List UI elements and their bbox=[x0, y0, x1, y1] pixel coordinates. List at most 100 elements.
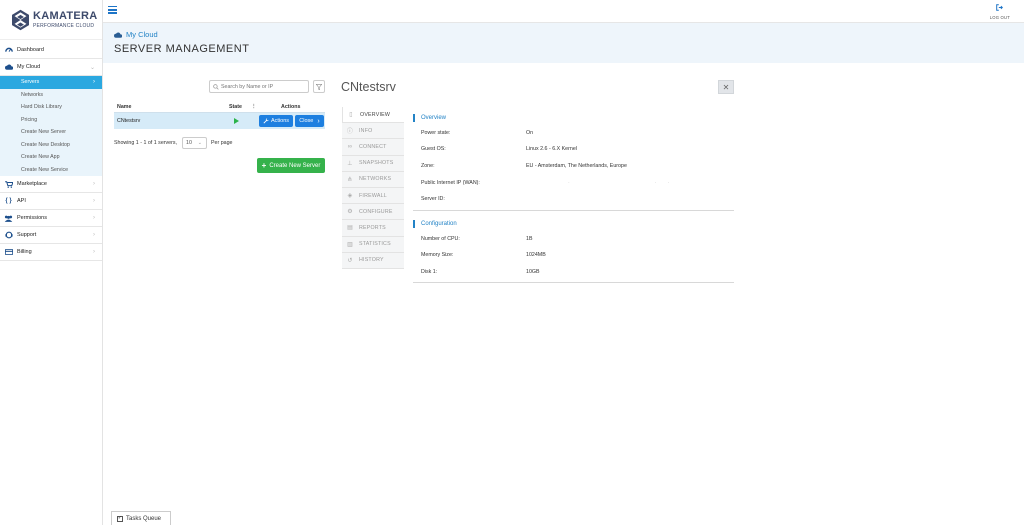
server-detail-title: CNtestsrv bbox=[341, 80, 396, 94]
tab-label: INFO bbox=[359, 127, 373, 134]
tab-configure[interactable]: ⚙ CONFIGURE bbox=[342, 204, 404, 221]
create-new-server-button[interactable]: + Create New Server bbox=[257, 158, 325, 173]
sub-item-label: Pricing bbox=[21, 116, 38, 123]
sidebar-item-dashboard[interactable]: Dashboard bbox=[0, 42, 102, 59]
chevron-right-icon: › bbox=[93, 198, 95, 204]
sidebar-item-marketplace[interactable]: Marketplace › bbox=[0, 176, 102, 193]
tasks-queue-toggle[interactable]: ✓ Tasks Queue bbox=[111, 511, 171, 525]
file-icon: ▯ bbox=[349, 112, 353, 119]
column-menu-icon[interactable]: ⋮ bbox=[251, 104, 256, 110]
network-icon: ⋔ bbox=[347, 176, 353, 183]
memory-value: 1024MB bbox=[526, 252, 546, 258]
page-title: SERVER MANAGEMENT bbox=[114, 43, 250, 55]
sidebar-item-pricing[interactable]: Pricing bbox=[0, 114, 102, 127]
guest-os-value: Linux 2.6 - 6.X Kernel bbox=[526, 146, 577, 152]
sidebar-item-label: My Cloud bbox=[17, 64, 41, 70]
sidebar-item-create-new-service[interactable]: Create New Service bbox=[0, 164, 102, 177]
logout-label: LOG OUT bbox=[989, 15, 1010, 20]
close-panel-button[interactable]: ✕ bbox=[718, 80, 734, 94]
search-input[interactable] bbox=[221, 83, 306, 90]
sidebar-item-label: Dashboard bbox=[17, 47, 44, 53]
filter-icon bbox=[316, 83, 322, 90]
search-box[interactable] bbox=[209, 80, 309, 93]
sidebar-item-label: Permissions bbox=[17, 215, 47, 221]
sub-item-label: Create New Server bbox=[21, 129, 67, 136]
sidebar-item-servers[interactable]: Servers › bbox=[0, 76, 102, 89]
memory-label: Memory Size: bbox=[421, 252, 454, 258]
sidebar-item-api[interactable]: { } API › bbox=[0, 193, 102, 210]
column-header-name: Name bbox=[117, 104, 132, 110]
chevron-right-icon: › bbox=[317, 117, 320, 125]
zone-value: EU - Amsterdam, The Netherlands, Europe bbox=[526, 163, 627, 169]
tab-networks[interactable]: ⋔ NETWORKS bbox=[342, 171, 404, 188]
tab-label: NETWORKS bbox=[359, 176, 392, 183]
sidebar-item-label: Support bbox=[17, 232, 37, 238]
sidebar-item-my-cloud[interactable]: My Cloud ⌄ bbox=[0, 59, 102, 76]
breadcrumb[interactable]: My Cloud bbox=[114, 30, 158, 39]
cpu-label: Number of CPU: bbox=[421, 236, 460, 242]
chevron-right-icon: › bbox=[93, 181, 95, 187]
users-icon bbox=[4, 214, 13, 223]
cart-icon bbox=[4, 180, 13, 189]
sub-item-label: Create New Desktop bbox=[21, 141, 70, 148]
tab-label: STATISTICS bbox=[359, 241, 391, 248]
chart-icon: ▥ bbox=[347, 241, 353, 248]
sidebar-item-label: Billing bbox=[17, 249, 32, 255]
sub-item-label: Hard Disk Library bbox=[21, 104, 62, 111]
tab-label: REPORTS bbox=[359, 224, 386, 231]
page-header: My Cloud SERVER MANAGEMENT bbox=[103, 23, 1024, 63]
public-ip-value-redacted: · · · bbox=[568, 180, 671, 186]
create-button-label: Create New Server bbox=[269, 162, 321, 169]
sidebar-item-create-new-server[interactable]: Create New Server bbox=[0, 126, 102, 139]
sidebar-item-permissions[interactable]: Permissions › bbox=[0, 210, 102, 227]
configuration-section-title: Configuration bbox=[413, 220, 457, 228]
chevron-right-icon: › bbox=[93, 249, 95, 255]
tab-label: SNAPSHOTS bbox=[359, 160, 394, 167]
sidebar-item-support[interactable]: Support › bbox=[0, 227, 102, 244]
sidebar-item-hard-disk-library[interactable]: Hard Disk Library bbox=[0, 101, 102, 114]
chevron-right-icon: › bbox=[93, 215, 95, 221]
shield-icon: ◈ bbox=[347, 193, 353, 200]
my-cloud-submenu: Servers › Networks Hard Disk Library Pri… bbox=[0, 76, 102, 176]
disk-value: 10GB bbox=[526, 269, 540, 275]
tab-info[interactable]: ⓘ INFO bbox=[342, 123, 404, 140]
pagination-summary: Showing 1 - 1 of 1 servers, bbox=[114, 140, 178, 146]
sidebar-item-create-new-app[interactable]: Create New App bbox=[0, 151, 102, 164]
tab-label: CONFIGURE bbox=[359, 208, 393, 215]
tab-snapshots[interactable]: ⊥ SNAPSHOTS bbox=[342, 155, 404, 172]
close-server-button[interactable]: Close › bbox=[295, 115, 324, 127]
filter-button[interactable] bbox=[313, 80, 325, 93]
tab-history[interactable]: ↺ HISTORY bbox=[342, 252, 404, 269]
sidebar: KAMATERA PERFORMANCE CLOUD Dashboard My … bbox=[0, 0, 103, 525]
logo[interactable]: KAMATERA PERFORMANCE CLOUD bbox=[0, 0, 102, 40]
sidebar-item-networks[interactable]: Networks bbox=[0, 89, 102, 102]
support-icon bbox=[4, 231, 13, 240]
tab-reports[interactable]: ▤ REPORTS bbox=[342, 220, 404, 237]
info-icon: ⓘ bbox=[346, 129, 354, 136]
table-row[interactable]: CNtestsrv Actions Close › bbox=[114, 112, 325, 129]
plus-icon: + bbox=[261, 161, 267, 170]
tab-connect[interactable]: ∞ CONNECT bbox=[342, 139, 404, 156]
top-bar: LOG OUT bbox=[103, 0, 1024, 23]
menu-toggle-icon[interactable] bbox=[108, 6, 117, 14]
power-state-label: Power state: bbox=[421, 130, 451, 136]
kamatera-logo-icon bbox=[12, 9, 29, 30]
tab-statistics[interactable]: ▥ STATISTICS bbox=[342, 236, 404, 253]
divider bbox=[413, 210, 734, 211]
link-icon: ∞ bbox=[347, 143, 353, 150]
tab-label: CONNECT bbox=[359, 143, 387, 150]
detail-tabs: ▯ OVERVIEW ⓘ INFO ∞ CONNECT ⊥ SNAPSHOTS ⋔ NET… bbox=[342, 107, 404, 269]
logout-button[interactable]: LOG OUT bbox=[990, 4, 1010, 20]
actions-button-label: Actions bbox=[270, 118, 290, 124]
tab-firewall[interactable]: ◈ FIREWALL bbox=[342, 187, 404, 205]
sidebar-item-create-new-desktop[interactable]: Create New Desktop bbox=[0, 139, 102, 152]
cloud-icon bbox=[4, 63, 13, 72]
power-state-value: On bbox=[526, 130, 534, 136]
column-header-state: State bbox=[229, 104, 242, 110]
zone-label: Zone: bbox=[421, 163, 435, 169]
per-page-select[interactable]: 10 ⌄ bbox=[182, 137, 207, 149]
sidebar-item-billing[interactable]: Billing › bbox=[0, 244, 102, 261]
actions-button[interactable]: Actions bbox=[259, 115, 293, 127]
search-icon bbox=[213, 83, 219, 90]
tab-overview[interactable]: ▯ OVERVIEW bbox=[342, 107, 404, 124]
